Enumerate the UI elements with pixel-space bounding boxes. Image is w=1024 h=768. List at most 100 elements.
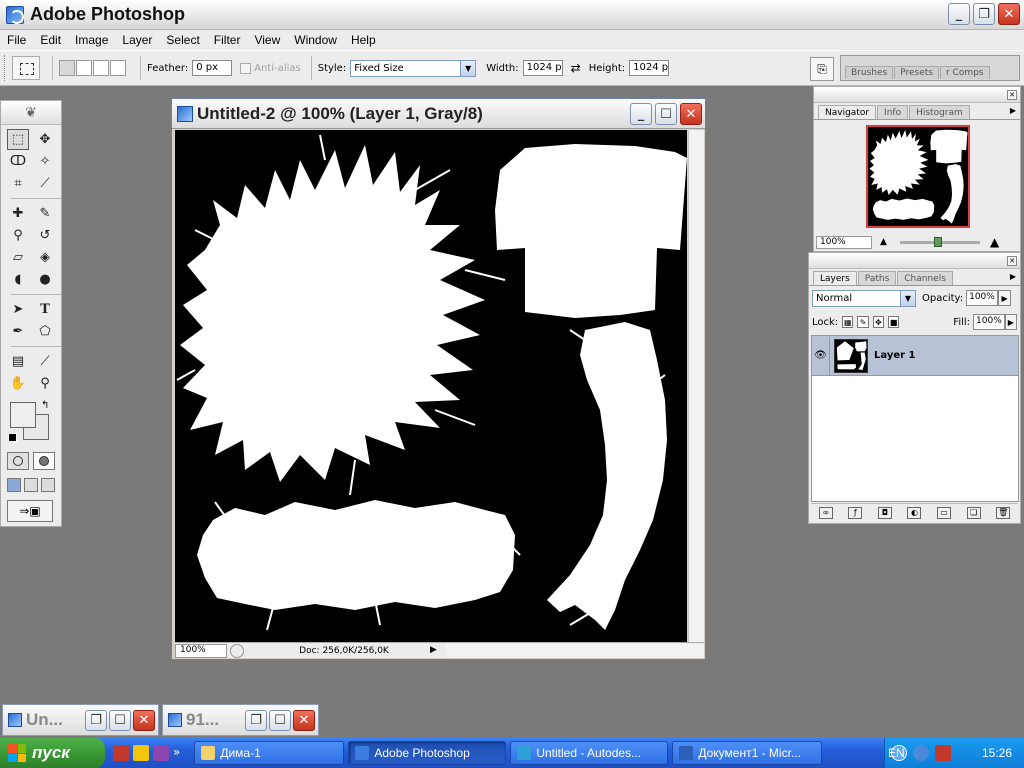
task-folder[interactable]: Дима-1 bbox=[194, 741, 345, 765]
tray-lang-icon[interactable] bbox=[935, 745, 951, 761]
standard-screen-icon[interactable] bbox=[7, 478, 21, 492]
task-photoshop[interactable]: Adobe Photoshop bbox=[348, 741, 507, 765]
quicklaunch-app-icon[interactable] bbox=[133, 745, 149, 761]
minimized-document-1[interactable]: Un... ❐ ☐ ✕ bbox=[2, 704, 159, 736]
doc-minimize-button[interactable]: _ bbox=[630, 103, 652, 125]
doc-close-button[interactable]: ✕ bbox=[680, 103, 702, 125]
type-tool-icon[interactable]: T bbox=[34, 299, 56, 320]
layer-row[interactable]: 👁 Layer 1 bbox=[812, 336, 1018, 376]
vertical-scrollbar[interactable] bbox=[688, 130, 704, 642]
full-screen-icon[interactable] bbox=[41, 478, 55, 492]
height-input[interactable]: 1024 p: bbox=[629, 60, 670, 76]
start-button[interactable]: пуск bbox=[0, 738, 105, 768]
minimize-button[interactable]: _ bbox=[948, 3, 970, 25]
toolbox-header[interactable]: ❦ bbox=[1, 101, 61, 125]
new-selection-icon[interactable] bbox=[59, 60, 75, 76]
crop-tool-icon[interactable]: ⌗ bbox=[7, 173, 29, 194]
quick-mask-button[interactable] bbox=[33, 452, 55, 470]
magic-wand-tool-icon[interactable]: ✧ bbox=[34, 151, 56, 172]
style-select[interactable]: Fixed Size ▼ bbox=[350, 59, 477, 77]
hand-tool-icon[interactable]: ✋ bbox=[7, 373, 29, 394]
adjustment-layer-icon[interactable]: ◐ bbox=[907, 506, 922, 519]
antialias-checkbox[interactable] bbox=[240, 62, 252, 74]
foreground-color-swatch[interactable] bbox=[10, 402, 36, 428]
doc-zoom-field[interactable]: 100% bbox=[175, 643, 227, 658]
status-menu-icon[interactable] bbox=[230, 643, 244, 658]
healing-brush-tool-icon[interactable]: ✚ bbox=[7, 203, 29, 224]
file-browser-button[interactable]: ⎘ bbox=[810, 57, 834, 81]
paint-bucket-tool-icon[interactable]: ◈ bbox=[34, 247, 56, 268]
zoom-out-icon[interactable]: ▲ bbox=[880, 237, 892, 247]
well-tab-presets[interactable]: Presets bbox=[894, 66, 939, 79]
panel-menu-icon[interactable]: ▶ bbox=[1010, 272, 1016, 281]
restore-button[interactable]: ❐ bbox=[245, 710, 267, 731]
lock-all-icon[interactable]: ■ bbox=[888, 316, 900, 328]
lock-transparency-icon[interactable]: ▦ bbox=[842, 316, 854, 328]
fill-slider-icon[interactable]: ▶ bbox=[1004, 314, 1017, 330]
panel-close-icon[interactable]: ✕ bbox=[1007, 89, 1017, 100]
task-word[interactable]: Документ1 - Micr... bbox=[672, 741, 823, 765]
swap-colors-icon[interactable]: ↰ bbox=[41, 400, 49, 411]
restore-button[interactable]: ❐ bbox=[973, 3, 995, 25]
tab-channels[interactable]: Channels bbox=[897, 271, 953, 285]
fill-input[interactable]: 100% bbox=[973, 314, 1005, 330]
path-selection-tool-icon[interactable]: ➤ bbox=[7, 299, 29, 320]
swap-dimensions-icon[interactable]: ⇄ bbox=[571, 61, 581, 75]
intersect-selection-icon[interactable] bbox=[110, 60, 126, 76]
options-grip[interactable] bbox=[4, 55, 8, 81]
blur-tool-icon[interactable]: ◖ bbox=[7, 269, 29, 290]
move-tool-icon[interactable]: ✥ bbox=[34, 129, 56, 150]
standard-mode-button[interactable] bbox=[7, 452, 29, 470]
menu-select[interactable]: Select bbox=[159, 33, 206, 47]
tray-network-icon[interactable] bbox=[913, 745, 929, 761]
clone-stamp-tool-icon[interactable]: ⚲ bbox=[7, 225, 29, 246]
well-tab-brushes[interactable]: Brushes bbox=[845, 66, 894, 79]
slice-tool-icon[interactable]: ⟋ bbox=[34, 173, 56, 194]
doc-maximize-button[interactable]: ☐ bbox=[655, 103, 677, 125]
width-input[interactable]: 1024 p: bbox=[522, 60, 563, 76]
close-button[interactable]: ✕ bbox=[998, 3, 1020, 25]
tab-paths[interactable]: Paths bbox=[857, 271, 897, 285]
jump-to-imageready-button[interactable]: ⇒▣ bbox=[7, 500, 53, 522]
minimized-document-2[interactable]: 91... ❐ ☐ ✕ bbox=[162, 704, 319, 736]
delete-layer-icon[interactable]: 🗑 bbox=[996, 506, 1011, 519]
menu-file[interactable]: File bbox=[0, 33, 33, 47]
brush-tool-icon[interactable]: ✎ bbox=[34, 203, 56, 224]
layer-style-icon[interactable]: ƒ bbox=[848, 506, 863, 519]
lock-pixels-icon[interactable]: ✎ bbox=[857, 316, 869, 328]
zoom-slider-handle[interactable] bbox=[934, 236, 942, 247]
zoom-in-icon[interactable]: ▲ bbox=[990, 235, 1002, 249]
quicklaunch-app-icon[interactable] bbox=[153, 745, 169, 761]
feather-input[interactable]: 0 px bbox=[192, 60, 233, 76]
menu-help[interactable]: Help bbox=[344, 33, 383, 47]
task-autodesk[interactable]: Untitled - Autodes... bbox=[510, 741, 669, 765]
image-canvas[interactable] bbox=[175, 130, 687, 642]
panel-close-icon[interactable]: ✕ bbox=[1007, 255, 1017, 266]
maximize-button[interactable]: ☐ bbox=[109, 710, 131, 731]
zoom-tool-icon[interactable]: ⚲ bbox=[34, 373, 56, 394]
close-button[interactable]: ✕ bbox=[293, 710, 315, 731]
add-selection-icon[interactable] bbox=[76, 60, 92, 76]
default-colors-icon[interactable] bbox=[8, 433, 17, 442]
menu-view[interactable]: View bbox=[247, 33, 287, 47]
zoom-slider[interactable] bbox=[900, 236, 980, 247]
menu-filter[interactable]: Filter bbox=[207, 33, 248, 47]
navigator-thumbnail[interactable] bbox=[866, 125, 970, 228]
shape-tool-icon[interactable]: ⬠ bbox=[34, 321, 56, 342]
tab-info[interactable]: Info bbox=[877, 105, 909, 119]
new-group-icon[interactable]: ▭ bbox=[937, 506, 952, 519]
chevron-more-icon[interactable]: » bbox=[173, 745, 180, 761]
language-indicator[interactable]: EN bbox=[888, 746, 905, 760]
horizontal-scrollbar[interactable] bbox=[446, 643, 704, 658]
document-title-bar[interactable]: Untitled-2 @ 100% (Layer 1, Gray/8) _ ☐ … bbox=[172, 99, 705, 129]
quicklaunch-app-icon[interactable] bbox=[113, 745, 129, 761]
pen-tool-icon[interactable]: ✒ bbox=[7, 321, 29, 342]
opacity-input[interactable]: 100% bbox=[966, 290, 999, 306]
panel-title-bar[interactable]: ✕ bbox=[814, 87, 1020, 103]
history-brush-tool-icon[interactable]: ↺ bbox=[34, 225, 56, 246]
new-layer-icon[interactable]: ❏ bbox=[966, 506, 981, 519]
lasso-tool-icon[interactable]: ↀ bbox=[7, 151, 29, 172]
eraser-tool-icon[interactable]: ▱ bbox=[7, 247, 29, 268]
dodge-tool-icon[interactable]: ● bbox=[34, 269, 56, 290]
maximize-button[interactable]: ☐ bbox=[269, 710, 291, 731]
